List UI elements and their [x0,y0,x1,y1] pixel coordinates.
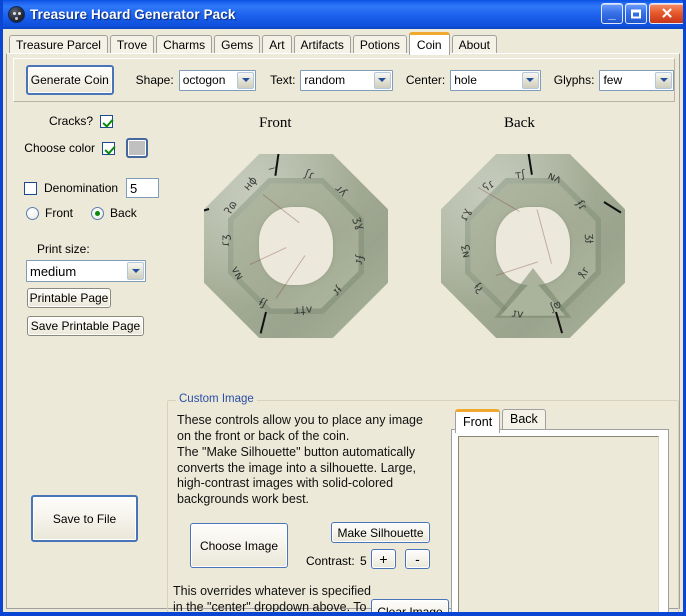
image-tab-back[interactable]: Back [502,409,546,429]
back-radio[interactable] [91,206,105,220]
denomination-row: Denomination 5 [7,178,167,198]
center-value: hole [454,73,477,87]
make-silhouette-button[interactable]: Make Silhouette [331,522,430,543]
print-size-value: medium [30,263,77,279]
text-label: Text: [270,73,296,87]
denomination-checkbox[interactable] [24,181,37,195]
maximize-icon [631,9,641,18]
print-size-dropdown[interactable]: medium [26,260,146,282]
tab-charms[interactable]: Charms [156,35,213,54]
glyphs-dropdown[interactable]: few [599,69,674,91]
back-radio-label: Back [110,206,137,220]
cracks-label: Cracks? [48,114,93,128]
front-coin-glyphs: ʜɸ ‾ʹ ʃɾ ɹʎ ʒɣ ʄɾ ɟɾ ʌ†ᴛ ʃɟ ɴʌ ɾʒ ʔɷ [218,165,368,318]
choose-image-button[interactable]: Choose Image [190,523,288,568]
text-value: random [304,73,346,87]
coin-options-panel: Cracks? Choose color Denomination 5 Fron… [7,114,167,542]
main-tabstrip: Treasure Parcel Trove Charms Gems Art Ar… [3,29,683,55]
close-icon: ✕ [660,5,674,22]
tab-art[interactable]: Art [262,35,292,54]
contrast-decrease-button[interactable]: - [405,549,430,569]
app-skull-icon [8,6,25,23]
back-coin-label: Back [504,115,535,131]
contrast-increase-button[interactable]: + [371,549,396,569]
printable-page-button[interactable]: Printable Page [27,288,111,308]
front-radio[interactable] [26,206,39,220]
tab-gems[interactable]: Gems [214,35,261,54]
maximize-button[interactable] [625,3,647,24]
custom-image-groupbox: Custom Image These controls allow you to… [167,393,679,614]
back-coin-image: ʕɾ ᴛʃ ɴʌ ʄɾ ʒɟ ɹɣ ɷʃ ʌɾ ʔɟ ɴʒ ɾɣ [441,154,625,338]
glyphs-value: few [603,73,623,87]
choose-color-row: Choose color [7,138,167,158]
custom-image-title: Custom Image [176,393,257,405]
title-bar: Treasure Hoard Generator Pack _ ✕ [3,0,683,29]
image-preview-panel [451,429,669,612]
shape-label: Shape: [135,73,174,87]
chevron-down-icon[interactable] [655,71,672,89]
image-preview-canvas[interactable] [458,436,659,612]
window-title: Treasure Hoard Generator Pack [30,7,236,22]
clear-image-button[interactable]: Clear Image [371,599,449,612]
tab-trove[interactable]: Trove [109,35,155,54]
shape-dropdown[interactable]: octogon [178,69,257,91]
generate-coin-button[interactable]: Generate Coin [26,65,114,95]
tab-potions[interactable]: Potions [352,35,407,54]
center-dropdown[interactable]: hole [450,69,541,91]
close-button[interactable]: ✕ [649,3,683,24]
tab-coin[interactable]: Coin [408,32,450,55]
center-label: Center: [405,73,446,87]
choose-color-checkbox[interactable] [102,141,115,155]
cracks-row: Cracks? [7,114,167,128]
front-coin-image: ʜɸ ‾ʹ ʃɾ ɹʎ ʒɣ ʄɾ ɟɾ ʌ†ᴛ ʃɟ ɴʌ ɾʒ ʔɷ [204,154,388,338]
custom-image-paragraph-1: These controls allow you to place any im… [177,413,423,443]
color-swatch-button[interactable] [126,138,148,158]
contrast-value: 5 [360,554,367,568]
minimize-icon: _ [608,6,616,21]
choose-color-label: Choose color [24,141,95,155]
chevron-down-icon[interactable] [373,71,391,89]
coin-tab-panel: Generate Coin Shape: octogon Text: rando… [6,53,680,612]
denomination-label: Denomination [44,181,119,195]
image-tab-front[interactable]: Front [455,409,501,433]
front-radio-label: Front [45,206,74,220]
chevron-down-icon[interactable] [127,262,144,280]
custom-image-override-note: This overrides whatever is specified in … [173,584,371,614]
tab-artifacts[interactable]: Artifacts [293,35,351,54]
coin-toolbar: Generate Coin Shape: octogon Text: rando… [13,58,675,102]
application-window: Treasure Hoard Generator Pack _ ✕ Treasu… [0,0,686,616]
chevron-down-icon[interactable] [521,71,539,89]
tab-treasure-parcel[interactable]: Treasure Parcel [9,35,108,54]
custom-image-paragraph-2: The "Make Silhouette" button automatical… [177,445,417,506]
chevron-down-icon[interactable] [237,71,255,89]
denomination-input[interactable]: 5 [126,178,160,198]
print-size-label: Print size: [37,242,90,256]
contrast-label: Contrast: [306,554,355,568]
tab-about[interactable]: About [451,35,497,54]
text-dropdown[interactable]: random [300,69,393,91]
cracks-checkbox[interactable] [100,114,113,128]
window-buttons: _ ✕ [601,3,683,24]
side-radio-group: Front Back [7,206,167,220]
shape-value: octogon [182,73,226,87]
save-to-file-button[interactable]: Save to File [31,495,138,542]
back-coin-glyphs: ʕɾ ᴛʃ ɴʌ ʄɾ ʒɟ ɹɣ ɷʃ ʌɾ ʔɟ ɴʒ ɾɣ [456,167,598,322]
front-coin-label: Front [259,115,292,131]
save-printable-page-button[interactable]: Save Printable Page [27,316,144,336]
image-preview-tabs: Front Back [451,409,669,612]
glyphs-label: Glyphs: [553,73,595,87]
minimize-button[interactable]: _ [601,3,623,24]
